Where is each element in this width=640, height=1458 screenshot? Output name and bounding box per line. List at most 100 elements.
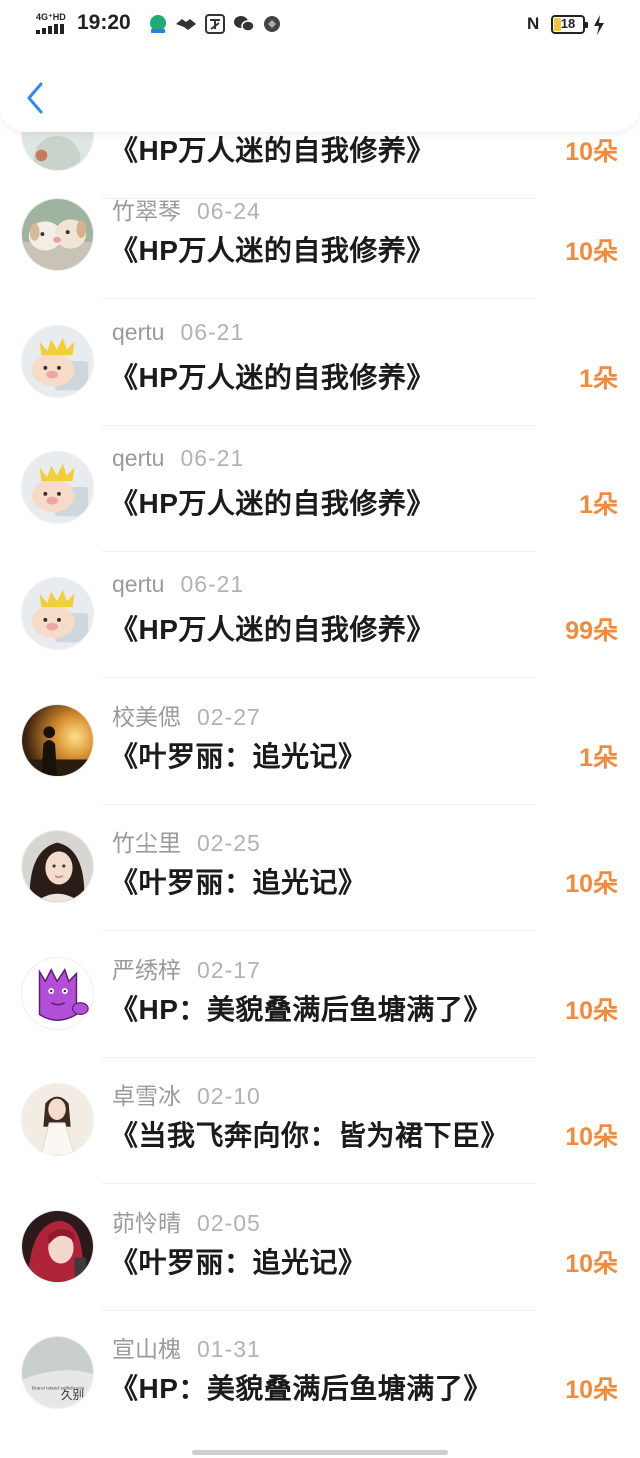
book-title[interactable]: 《HP万人迷的自我修养》 [110,129,435,169]
entry-meta: qertu 06-21 [112,571,244,601]
flower-amount: 10朵 [565,1250,618,1278]
avatar[interactable]: Brand Island selfishness 久别 [21,1336,94,1409]
divider [102,1183,536,1184]
entry-meta: 校美偲 02-27 [112,698,261,730]
avatar[interactable] [21,704,94,777]
divider [102,551,536,552]
divider [102,425,536,426]
username[interactable]: 卓雪冰 [112,1083,181,1109]
book-title[interactable]: 《HP万人迷的自我修养》 [110,608,435,648]
flower-amount: 10朵 [565,1123,618,1151]
entry-meta: 宣山槐 01-31 [112,1330,261,1362]
book-title[interactable]: 《叶罗丽：追光记》 [110,1241,367,1281]
charging-icon [594,15,604,35]
divider [102,677,536,678]
avatar[interactable] [21,1210,94,1283]
divider [102,930,536,931]
list-item[interactable]: 严绣梓 02-17 《HP：美貌叠满后鱼塘满了》 10朵 [0,946,640,1072]
username[interactable]: 宣山槐 [112,1336,181,1362]
avatar[interactable] [21,1083,94,1156]
book-title[interactable]: 《当我飞奔向你：皆为裙下臣》 [110,1114,509,1154]
avatar[interactable] [21,830,94,903]
list-item[interactable]: 卓雪冰 02-10 《当我飞奔向你：皆为裙下臣》 10朵 [0,1072,640,1198]
avatar[interactable] [21,577,94,650]
book-title[interactable]: 《叶罗丽：追光记》 [110,735,367,775]
list-item[interactable]: 茆怜晴 02-05 《叶罗丽：追光记》 10朵 [0,1199,640,1325]
flower-amount: 1朵 [579,491,618,519]
divider [102,1310,536,1311]
list-item[interactable]: 校美偲 02-27 《叶罗丽：追光记》 1朵 [0,693,640,819]
avatar[interactable] [21,957,94,1030]
flower-amount: 1朵 [579,365,618,393]
network-type: 4G⁺HD [36,12,66,22]
book-title[interactable]: 《HP万人迷的自我修养》 [110,356,435,396]
gift-date: 06-21 [180,445,245,471]
username[interactable]: 校美偲 [112,704,181,730]
home-indicator[interactable] [192,1450,448,1455]
entry-meta: qertu 06-21 [112,445,244,475]
username[interactable]: 竹翠琴 [112,198,181,224]
battery-icon: 18 [551,15,588,34]
flower-amount: 10朵 [565,1376,618,1404]
username[interactable]: qertu [112,571,164,597]
book-title[interactable]: 《HP万人迷的自我修养》 [110,229,435,269]
username[interactable]: qertu [112,445,164,471]
gift-date: 06-21 [180,319,245,345]
avatar-text: 久别 [61,1388,84,1402]
notification-icons [149,14,281,39]
flower-amount: 10朵 [565,870,618,898]
book-title[interactable]: 《HP：美貌叠满后鱼塘满了》 [110,988,492,1028]
gift-date: 02-10 [197,1083,261,1109]
top-navigation-bar: 4G⁺HD 19:20 N 18 [0,0,640,132]
gift-date: 06-21 [180,571,245,597]
entry-meta: 竹尘里 02-25 [112,824,261,856]
status-bar: 4G⁺HD 19:20 N 18 [0,0,640,50]
flower-amount: 10朵 [565,138,618,166]
signal-icon [36,24,64,34]
nfc-icon: N [527,14,540,33]
translate-icon [205,14,225,39]
app-notification-icon [149,14,167,39]
gift-date: 06-24 [197,198,261,224]
divider [102,804,536,805]
gift-date: 02-17 [197,957,261,983]
book-title[interactable]: 《叶罗丽：追光记》 [110,861,367,901]
avatar[interactable] [21,198,94,271]
entry-meta: 严绣梓 02-17 [112,951,261,983]
battery-level: 18 [560,16,576,31]
username[interactable]: qertu [112,319,164,345]
flower-amount: 10朵 [565,238,618,266]
back-button[interactable] [22,80,52,116]
status-time: 19:20 [77,11,131,34]
avatar[interactable] [21,451,94,524]
list-item[interactable]: 竹尘里 02-25 《叶罗丽：追光记》 10朵 [0,819,640,945]
list-item[interactable]: qertu 06-21 《HP万人迷的自我修养》 1朵 [0,314,640,440]
divider [102,1057,536,1058]
handshake-icon [175,16,197,37]
book-title[interactable]: 《HP：美貌叠满后鱼塘满了》 [110,1367,492,1407]
list-item[interactable]: qertu 06-21 《HP万人迷的自我修养》 99朵 [0,566,640,692]
gift-date: 02-27 [197,704,261,730]
username[interactable]: 严绣梓 [112,957,181,983]
list-item[interactable]: Brand Island selfishness 久别 宣山槐 01-31 《HP… [0,1325,640,1451]
list-item[interactable]: qertu 06-21 《HP万人迷的自我修养》 1朵 [0,440,640,566]
app-circle-icon [263,15,281,38]
gift-date: 02-05 [197,1210,261,1236]
entry-meta: qertu 06-21 [112,319,244,349]
flower-amount: 1朵 [579,744,618,772]
gift-date: 02-25 [197,830,261,856]
book-title[interactable]: 《HP万人迷的自我修养》 [110,482,435,522]
entry-meta: 茆怜晴 02-05 [112,1204,261,1236]
divider [102,298,536,299]
wechat-icon [233,15,255,38]
flower-amount: 99朵 [565,617,618,645]
list-item[interactable]: 竹翠琴 06-24 《HP万人迷的自我修养》 10朵 [0,187,640,313]
gift-date: 01-31 [197,1336,261,1362]
entry-meta: 竹翠琴 06-24 [112,192,261,224]
username[interactable]: 茆怜晴 [112,1210,181,1236]
entry-meta: 卓雪冰 02-10 [112,1077,261,1109]
username[interactable]: 竹尘里 [112,830,181,856]
flower-amount: 10朵 [565,997,618,1025]
chevron-left-icon[interactable] [22,80,52,116]
avatar[interactable] [21,325,94,398]
